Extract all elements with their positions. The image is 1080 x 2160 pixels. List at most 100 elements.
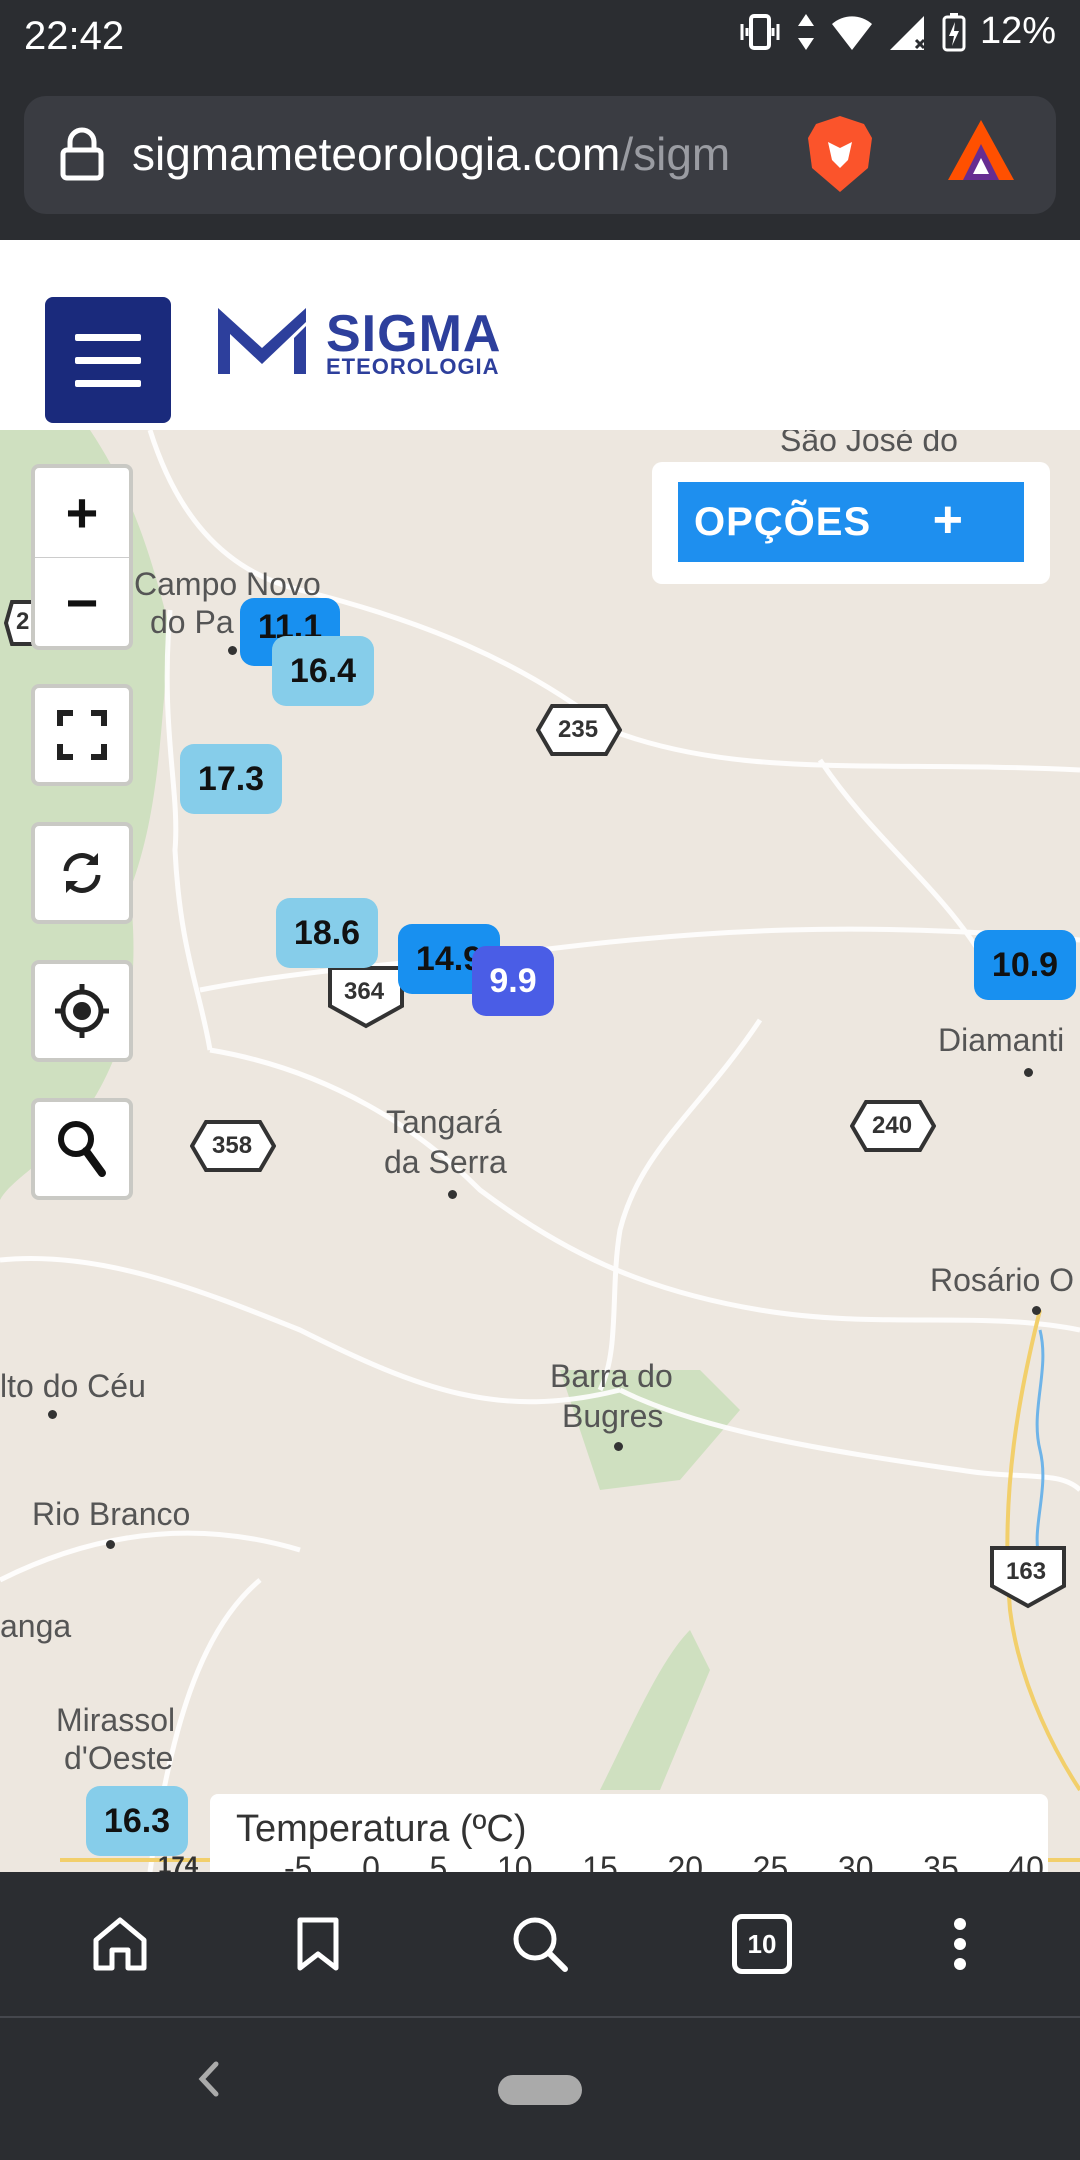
place-label: Rosário O <box>930 1262 1075 1298</box>
site-header: SIGMA ETEOROLOGIA <box>0 240 1080 430</box>
search-button[interactable] <box>480 1872 600 2016</box>
options-plus-icon: + <box>932 491 964 549</box>
sigma-logo[interactable]: SIGMA ETEOROLOGIA <box>214 302 500 382</box>
status-bar: 22:42 12% <box>0 0 1080 74</box>
brave-shield-icon[interactable] <box>804 112 876 196</box>
legend-tick: 35 <box>923 1850 959 1872</box>
logo-subtitle: ETEOROLOGIA <box>326 354 500 379</box>
signal-icon <box>889 15 925 50</box>
zoom-control: + − <box>31 464 133 650</box>
legend-title: Temperatura (ºC) <box>236 1808 527 1850</box>
back-chevron-icon[interactable] <box>190 2054 226 2104</box>
refresh-button[interactable] <box>31 822 133 924</box>
search-icon <box>513 1917 568 1972</box>
place-label: da Serra <box>384 1144 507 1180</box>
place-marker <box>614 1442 623 1451</box>
highway-number: 235 <box>558 716 599 743</box>
legend-tick: 30 <box>837 1850 874 1872</box>
bat-rewards-icon[interactable] <box>946 118 1016 184</box>
tab-count: 10 <box>732 1914 792 1974</box>
place-label: São José do <box>780 430 958 458</box>
weather-map[interactable]: São José do Campo Novo do Pa Tangará da … <box>0 430 1080 1872</box>
highway-number: 240 <box>872 1112 913 1139</box>
place-marker <box>1032 1306 1041 1315</box>
options-panel: OPÇÕES + <box>652 462 1050 584</box>
options-button[interactable]: OPÇÕES + <box>678 482 1024 562</box>
place-marker <box>448 1190 457 1199</box>
zoom-in-button[interactable]: + <box>35 468 129 557</box>
place-label: Rio Branco <box>32 1496 191 1532</box>
home-pill[interactable] <box>498 2075 582 2105</box>
temperature-marker[interactable]: 10.9 <box>974 930 1076 1000</box>
zoom-out-button[interactable]: − <box>35 558 129 647</box>
place-marker <box>228 646 237 655</box>
tabs-button[interactable]: 10 <box>702 1872 822 2016</box>
place-marker <box>1024 1068 1033 1077</box>
legend-tick: 20 <box>667 1850 704 1872</box>
data-arrows-icon <box>797 13 814 50</box>
temperature-marker[interactable]: 9.9 <box>472 946 554 1016</box>
temperature-marker[interactable]: 17.3 <box>180 744 282 814</box>
legend-tick: 40 <box>1008 1850 1044 1872</box>
place-label: Tangará <box>386 1104 502 1140</box>
system-navigation <box>0 2018 1080 2160</box>
place-marker <box>106 1540 115 1549</box>
bookmarks-button[interactable] <box>258 1872 378 2016</box>
legend-tick: 0 <box>362 1850 380 1872</box>
place-label: Barra do <box>550 1358 673 1394</box>
menu-button[interactable] <box>45 297 171 423</box>
bookmark-icon <box>297 1917 339 1971</box>
temperature-marker[interactable]: 16.4 <box>272 636 374 706</box>
url-host: sigmameteorologia.com <box>132 128 621 180</box>
hamburger-line <box>75 333 141 341</box>
search-map-button[interactable] <box>31 1098 133 1200</box>
place-label: d'Oeste <box>64 1740 174 1776</box>
legend-tick: 5 <box>429 1850 448 1872</box>
battery-charging-icon <box>942 12 966 51</box>
url-text[interactable]: sigmameteorologia.com/sigm <box>132 124 792 184</box>
highway-shield: 163 <box>988 1544 1068 1610</box>
status-icons: 12% <box>738 10 1056 53</box>
highway-number: 358 <box>212 1132 253 1159</box>
hamburger-line <box>75 379 141 387</box>
place-label: do Pa <box>150 604 234 640</box>
highway-number: 2 <box>16 608 30 635</box>
wifi-icon <box>831 15 872 50</box>
highway-number: 163 <box>1006 1558 1047 1585</box>
refresh-icon <box>63 853 101 893</box>
temperature-marker[interactable]: 18.6 <box>276 898 378 968</box>
highway-shield: 235 <box>535 702 623 758</box>
url-path: /sigm <box>620 128 731 180</box>
more-vertical-icon <box>954 1918 966 1970</box>
place-label: lto do Céu <box>0 1368 146 1404</box>
legend-tick: 15 <box>582 1850 618 1872</box>
hamburger-line <box>75 356 141 364</box>
place-label: Diamanti <box>938 1022 1065 1058</box>
legend-tick: 25 <box>752 1850 789 1872</box>
options-label: OPÇÕES <box>694 499 872 544</box>
browser-bottom-bar: 10 <box>0 1872 1080 2016</box>
highway-shield: 240 <box>849 1098 937 1154</box>
highway-shield: 358 <box>189 1118 277 1174</box>
battery-percent: 12% <box>979 10 1056 52</box>
legend-tick: 10 <box>496 1850 533 1872</box>
place-label: Mirassol <box>56 1702 176 1738</box>
address-bar[interactable]: sigmameteorologia.com/sigm <box>24 96 1056 214</box>
home-button[interactable] <box>60 1872 180 2016</box>
vibrate-icon <box>740 13 780 50</box>
lock-icon <box>60 127 104 181</box>
highway-shield: 364 <box>326 964 406 1030</box>
locate-button[interactable] <box>31 960 133 1062</box>
fullscreen-button[interactable] <box>31 684 133 786</box>
legend-tick: -5 <box>284 1850 313 1872</box>
place-marker <box>48 1410 57 1419</box>
more-menu-button[interactable] <box>900 1872 1020 2016</box>
home-icon <box>93 1917 147 1971</box>
temperature-legend: Temperatura (ºC) -5 0 5 10 15 20 25 30 3… <box>210 1794 1048 1872</box>
place-label: anga <box>0 1608 72 1644</box>
logo-m-mark <box>218 308 306 374</box>
fullscreen-icon <box>57 710 107 760</box>
place-label: Bugres <box>562 1398 664 1434</box>
temperature-marker[interactable]: 16.3 <box>86 1786 188 1856</box>
highway-number: 364 <box>344 978 385 1005</box>
